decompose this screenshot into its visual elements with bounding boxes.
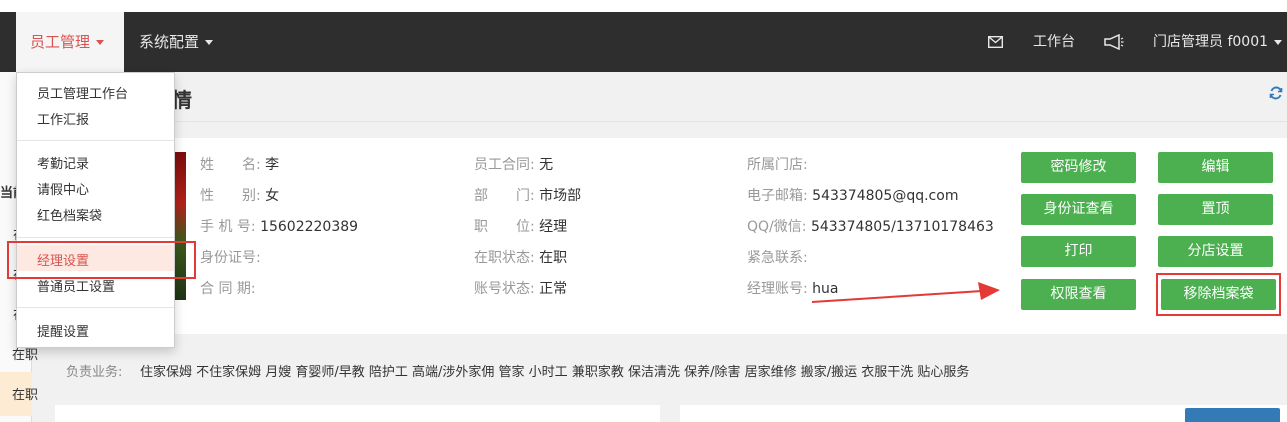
menu-divider — [17, 140, 174, 141]
field-label: 部 门: — [474, 188, 535, 204]
business-scope-label: 负责业务: — [66, 365, 123, 380]
field-gender: 性 别: 女 — [200, 185, 279, 205]
menu-item-attendance[interactable]: 考勤记录 — [37, 153, 89, 172]
pin-top-button[interactable]: 置顶 — [1158, 194, 1273, 225]
top-navbar: 员工管理 系统配置 工作台 门店管理员 f0001 — [0, 12, 1287, 72]
field-value: 经理 — [539, 219, 568, 235]
field-label: 员工合同: — [474, 157, 535, 173]
top-strip — [0, 0, 1287, 12]
lower-action-button[interactable] — [1185, 408, 1280, 422]
field-employee-contract: 员工合同: 无 — [474, 154, 553, 174]
field-label: 电子邮箱: — [747, 188, 808, 204]
field-qq-wechat: QQ/微信: 543374805/13710178463 — [747, 216, 994, 236]
nav-menu-system-label: 系统配置 — [139, 33, 200, 51]
field-value: 正常 — [539, 281, 568, 297]
annotation-highlight-box — [1156, 273, 1281, 316]
field-department: 部 门: 市场部 — [474, 185, 581, 205]
view-id-card-button[interactable]: 身份证查看 — [1021, 194, 1136, 225]
menu-item-red-archive[interactable]: 红色档案袋 — [37, 205, 102, 224]
field-value: 无 — [539, 157, 554, 173]
field-label: 身份证号: — [200, 250, 261, 266]
print-button[interactable]: 打印 — [1021, 236, 1136, 267]
annotation-highlight-box — [7, 241, 196, 279]
chevron-down-icon — [205, 40, 214, 45]
refresh-icon[interactable] — [1269, 86, 1283, 104]
edit-button[interactable]: 编辑 — [1158, 152, 1273, 183]
user-menu[interactable]: 门店管理员 f0001 — [1153, 12, 1283, 72]
change-password-button[interactable]: 密码修改 — [1021, 152, 1136, 183]
field-value: 在职 — [539, 250, 568, 266]
view-permissions-button[interactable]: 权限查看 — [1021, 279, 1136, 310]
business-scope-row: 负责业务: 住家保姆 不住家保姆 月嫂 育婴师/早教 陪护工 高端/涉外家佣 管… — [55, 348, 1287, 392]
field-label: 职 位: — [474, 219, 535, 235]
menu-item-staff-workbench[interactable]: 员工管理工作台 — [37, 83, 128, 102]
menu-item-leave-center[interactable]: 请假中心 — [37, 179, 89, 198]
field-label: 账号状态: — [474, 281, 535, 297]
chevron-down-icon — [1274, 39, 1283, 45]
field-account-status: 账号状态: 正常 — [474, 278, 567, 298]
field-label: 在职状态: — [474, 250, 535, 266]
field-contract-period: 合 同 期: — [200, 278, 256, 298]
field-name: 姓 名: 李 — [200, 154, 279, 174]
field-label: 姓 名: — [200, 157, 261, 173]
annotation-arrow — [811, 282, 1000, 303]
field-label: 经理账号: — [747, 281, 808, 297]
page-header: 情 — [32, 72, 1287, 122]
field-position: 职 位: 经理 — [474, 216, 567, 236]
field-value: 李 — [265, 157, 280, 173]
field-phone: 手 机 号: 15602220389 — [200, 216, 358, 236]
user-menu-label: 门店管理员 f0001 — [1153, 34, 1269, 50]
field-value: 女 — [265, 188, 280, 204]
nav-menu-staff-label: 员工管理 — [30, 33, 91, 51]
field-emergency-contact: 紧急联系: — [747, 247, 808, 267]
business-scope-value: 住家保姆 不住家保姆 月嫂 育婴师/早教 陪护工 高端/涉外家佣 管家 小时工 … — [140, 365, 970, 380]
menu-item-work-report[interactable]: 工作汇报 — [37, 109, 89, 128]
field-label: 合 同 期: — [200, 281, 256, 297]
field-email: 电子邮箱: 543374805@qq.com — [747, 185, 958, 205]
field-value: 543374805@qq.com — [812, 188, 959, 204]
field-label: 手 机 号: — [200, 219, 256, 235]
field-id-number: 身份证号: — [200, 247, 261, 267]
page-title: 情 — [172, 88, 192, 112]
field-value: 543374805/13710178463 — [810, 219, 994, 235]
field-employment-status: 在职状态: 在职 — [474, 247, 567, 267]
branch-settings-button[interactable]: 分店设置 — [1158, 236, 1273, 267]
menu-item-reminder-settings[interactable]: 提醒设置 — [37, 321, 89, 340]
field-value: 15602220389 — [260, 219, 359, 235]
field-label: 所属门店: — [747, 157, 808, 173]
nav-menu-staff-management[interactable]: 员工管理 — [16, 12, 124, 72]
staff-management-dropdown: 员工管理工作台 工作汇报 考勤记录 请假中心 红色档案袋 经理设置 普通员工设置… — [16, 72, 175, 348]
workbench-link[interactable]: 工作台 — [1033, 12, 1075, 72]
megaphone-icon[interactable] — [1104, 12, 1124, 72]
field-value: 市场部 — [539, 188, 582, 204]
nav-menu-system-config[interactable]: 系统配置 — [139, 12, 214, 72]
menu-divider — [17, 237, 174, 238]
mail-icon[interactable] — [987, 12, 1004, 72]
sidebar-item[interactable]: 在职 — [12, 384, 52, 403]
field-label: 性 别: — [200, 188, 261, 204]
field-label: 紧急联系: — [747, 250, 808, 266]
lower-left-panel — [55, 405, 660, 422]
menu-divider — [17, 307, 174, 308]
chevron-down-icon — [96, 40, 105, 45]
field-label: QQ/微信: — [747, 219, 807, 235]
field-store: 所属门店: — [747, 154, 808, 174]
